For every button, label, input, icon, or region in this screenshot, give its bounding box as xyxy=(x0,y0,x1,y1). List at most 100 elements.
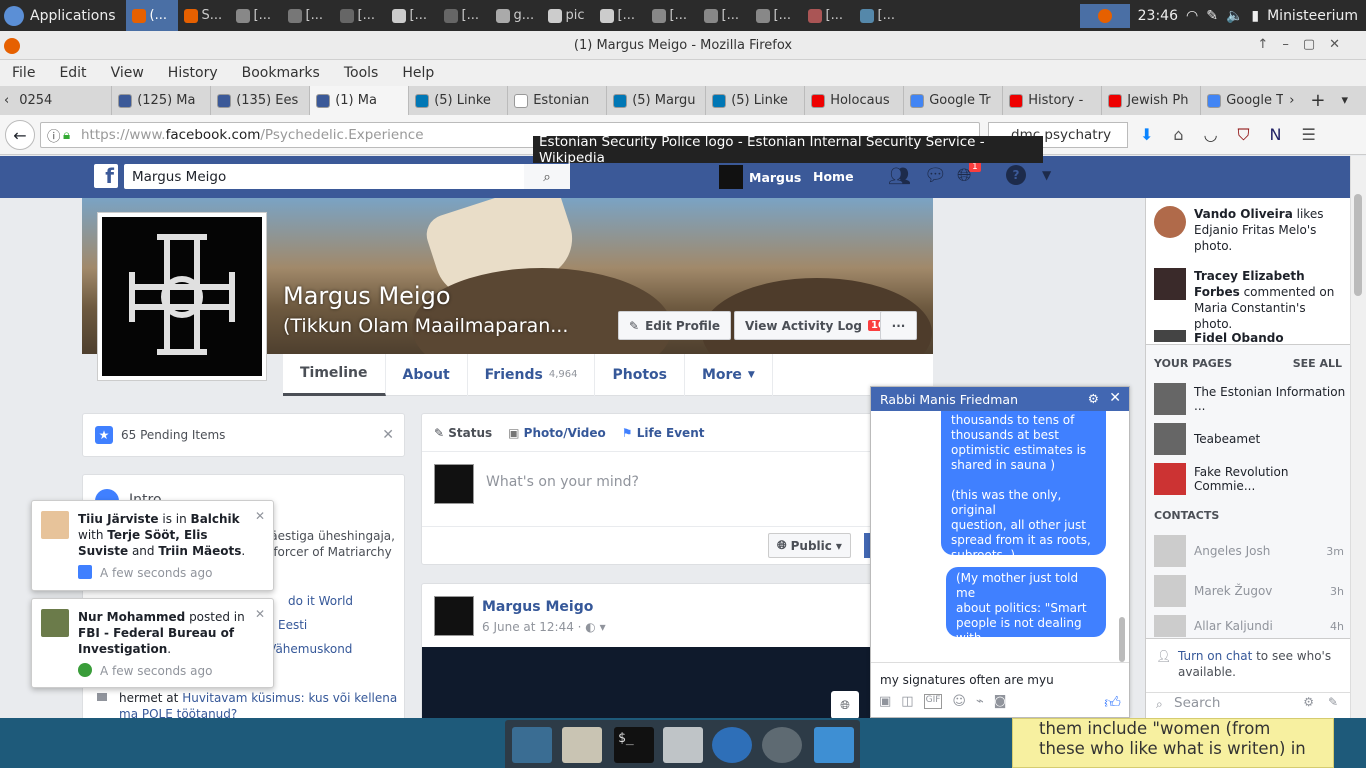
browser-tab[interactable]: 0254 xyxy=(13,86,113,115)
browser-tab[interactable]: Holocaus xyxy=(805,86,905,115)
intro-link[interactable]: do it World xyxy=(288,594,353,608)
intro-link[interactable]: Eesti xyxy=(278,618,307,632)
ticker-item[interactable]: Fidel Obando commented xyxy=(1154,330,1344,342)
browser-tab[interactable]: (125) Ma xyxy=(112,86,212,115)
ublock-icon[interactable]: ⛉ xyxy=(1238,125,1250,145)
show-desktop-icon[interactable] xyxy=(512,727,552,763)
profile-name[interactable]: Margus Meigo xyxy=(283,282,451,310)
browser-tab[interactable]: (5) Linke xyxy=(706,86,806,115)
menu-history[interactable]: History xyxy=(156,65,230,81)
privacy-selector[interactable]: 🌐︎ Public ▾ xyxy=(768,533,851,558)
taskbar-window-button[interactable]: [... xyxy=(698,0,750,31)
taskbar-window-button[interactable]: [... xyxy=(230,0,282,31)
hamburger-menu-icon[interactable]: ☰ xyxy=(1302,125,1316,145)
gif-icon[interactable]: GIF xyxy=(923,694,943,709)
home-icon[interactable]: ⌂ xyxy=(1173,125,1183,145)
user-menu[interactable]: Ministeerium xyxy=(1267,8,1358,24)
extension-icon[interactable]: N xyxy=(1270,125,1282,145)
chat-scrollbar[interactable] xyxy=(1119,617,1125,662)
image-icon[interactable]: ▣ xyxy=(879,694,891,709)
profile-link[interactable]: Margus xyxy=(719,165,801,189)
status-tab[interactable]: ✎ Status xyxy=(434,426,492,440)
contact-item[interactable]: Marek Žugov 3h xyxy=(1154,575,1344,607)
lock-icon[interactable]: 🔒︎ xyxy=(63,127,70,143)
text-editor-icon[interactable] xyxy=(562,727,602,763)
applications-menu[interactable]: Applications xyxy=(0,0,126,31)
sidebar-search-input[interactable]: Search xyxy=(1174,695,1220,711)
pending-items-card[interactable]: ★ 65 Pending Items ✕ xyxy=(82,413,405,457)
page-item[interactable]: Teabeamet xyxy=(1154,423,1260,455)
files-icon[interactable] xyxy=(814,727,854,763)
taskbar-window-button[interactable]: [... xyxy=(282,0,334,31)
emoji-icon[interactable]: ☺ xyxy=(952,694,966,709)
taskbar-window-button[interactable]: [... xyxy=(438,0,490,31)
chat-input[interactable]: my signatures often are myu xyxy=(880,673,1054,687)
taskbar-window-button[interactable]: [... xyxy=(750,0,802,31)
like-icon[interactable]: 👍︎ xyxy=(1104,693,1121,713)
turn-on-chat-link[interactable]: Turn on chat xyxy=(1178,649,1252,663)
search-button[interactable]: ⌕ xyxy=(524,164,570,189)
browser-tab[interactable]: Google Tr xyxy=(1201,86,1283,115)
download-icon[interactable]: ⬇ xyxy=(1140,125,1153,145)
taskbar-window-button[interactable]: [... xyxy=(334,0,386,31)
status-input[interactable]: What's on your mind? xyxy=(486,474,639,490)
tab-about[interactable]: About xyxy=(386,353,468,396)
post-date[interactable]: 6 June at 12:44 · ◐ ▾ xyxy=(482,620,606,634)
terminal-icon[interactable]: $_ xyxy=(614,727,654,763)
facebook-logo[interactable]: f xyxy=(94,164,118,188)
menu-file[interactable]: File xyxy=(0,65,47,81)
tab-more[interactable]: More ▼ xyxy=(685,353,773,396)
life-event-tab[interactable]: ⚑ Life Event xyxy=(622,426,705,440)
sticky-note[interactable]: them include "women (from these who like… xyxy=(1012,718,1334,768)
taskbar-window-button[interactable]: [... xyxy=(386,0,438,31)
gear-icon[interactable]: ⚙ xyxy=(1303,695,1314,709)
facebook-search-input[interactable]: Margus Meigo ⌕ xyxy=(124,164,570,189)
web-browser-icon[interactable] xyxy=(712,727,752,763)
profile-picture[interactable] xyxy=(97,212,267,381)
clock[interactable]: 23:46 xyxy=(1138,8,1178,24)
close-icon[interactable]: ✕ xyxy=(1109,390,1121,406)
notes-icon[interactable]: ✎ xyxy=(1206,8,1218,24)
info-icon[interactable]: ⓘ xyxy=(47,125,61,145)
see-all-link[interactable]: SEE ALL xyxy=(1293,357,1342,370)
taskbar-window-button[interactable]: [... xyxy=(594,0,646,31)
more-options-button[interactable]: ··· xyxy=(880,311,917,340)
notification-popup[interactable]: ✕ Nur Mohammed posted in FBI - Federal B… xyxy=(31,598,274,688)
notification-popup[interactable]: ✕ Tiiu Järviste is in Balchik with Terje… xyxy=(31,500,274,591)
help-icon[interactable]: ? xyxy=(1006,165,1026,185)
tab-list-dropdown[interactable]: ▾ xyxy=(1336,93,1355,108)
volume-icon[interactable]: 🔈 xyxy=(1226,8,1243,24)
sticker-icon[interactable]: ◫ xyxy=(901,694,913,709)
messages-icon[interactable]: 💬︎ xyxy=(924,165,947,186)
tab-timeline[interactable]: Timeline xyxy=(283,353,386,396)
compose-icon[interactable]: ✎ xyxy=(1328,695,1338,709)
home-link[interactable]: Home xyxy=(813,169,854,184)
browser-tab[interactable]: Estonian xyxy=(508,86,608,115)
scrollbar-thumb[interactable] xyxy=(1354,194,1362,296)
app-finder-icon[interactable] xyxy=(762,727,802,763)
ticker-item[interactable]: Vando Oliveira likes Edjanio Fritas Melo… xyxy=(1154,206,1344,254)
page-item[interactable]: The Estonian Information ... xyxy=(1154,383,1350,415)
photo-video-tab[interactable]: ▣ Photo/Video xyxy=(508,426,606,440)
back-button[interactable]: ← xyxy=(5,120,35,150)
account-menu-chevron-icon[interactable]: ▼ xyxy=(1042,168,1051,182)
browser-tab[interactable]: Jewish Ph xyxy=(1102,86,1202,115)
firefox-tray-icon[interactable] xyxy=(1079,3,1130,28)
tab-photos[interactable]: Photos xyxy=(595,353,685,396)
menu-bookmarks[interactable]: Bookmarks xyxy=(230,65,332,81)
menu-help[interactable]: Help xyxy=(390,65,446,81)
page-item[interactable]: Fake Revolution Commie... xyxy=(1154,463,1350,495)
page-scrollbar[interactable] xyxy=(1350,156,1366,718)
wifi-icon[interactable]: ◠ xyxy=(1186,8,1198,24)
browser-tab[interactable]: (5) Margu xyxy=(607,86,707,115)
gear-icon[interactable]: ⚙ xyxy=(1088,391,1099,406)
taskbar-window-button[interactable]: (... xyxy=(125,0,178,31)
attachment-icon[interactable]: ⌁ xyxy=(976,694,984,709)
taskbar-window-button[interactable]: [... xyxy=(854,0,906,31)
window-controls[interactable]: ↑–▢✕ xyxy=(1257,37,1354,52)
taskbar-window-button[interactable]: [... xyxy=(802,0,854,31)
friend-requests-icon[interactable]: 👥︎ xyxy=(888,166,911,187)
contact-item[interactable]: Angeles Josh 3m xyxy=(1154,535,1344,567)
post-image[interactable] xyxy=(422,647,882,724)
globe-icon[interactable]: 🌐︎ xyxy=(831,691,859,719)
